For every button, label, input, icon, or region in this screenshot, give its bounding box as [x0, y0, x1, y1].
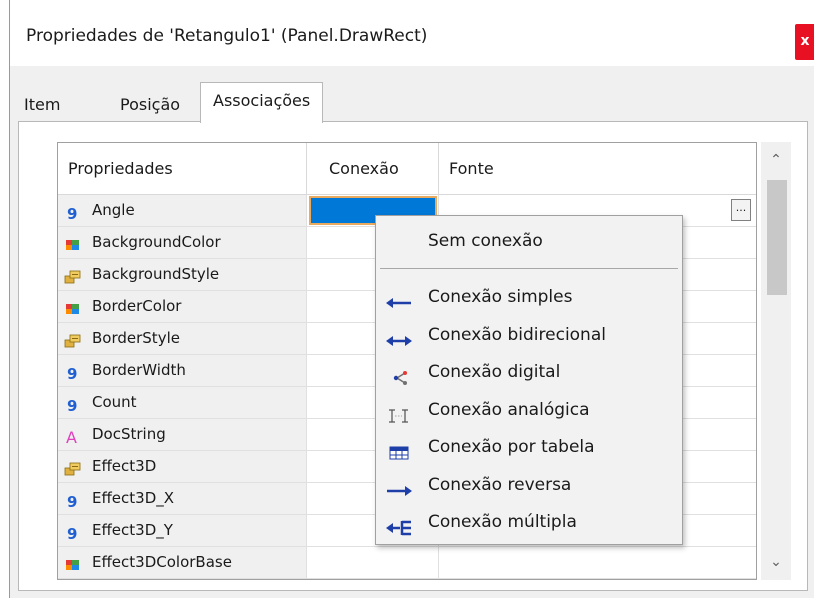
color-icon — [64, 298, 82, 316]
connection-cell[interactable] — [307, 547, 439, 579]
property-name-cell[interactable]: BackgroundStyle — [58, 259, 307, 291]
menu-item[interactable]: Conexão analógica — [376, 393, 682, 427]
svg-text:9: 9 — [67, 525, 77, 542]
property-name-cell[interactable]: 9 BorderWidth — [58, 355, 307, 387]
header-source[interactable]: Fonte — [439, 143, 756, 195]
ellipsis-button[interactable]: ... — [731, 199, 751, 221]
property-name: Effect3D — [92, 457, 157, 475]
arrow-both-icon — [384, 327, 414, 346]
number-icon: 9 — [64, 522, 82, 543]
svg-text:A: A — [66, 428, 77, 446]
property-name-cell[interactable]: 9 Effect3D_X — [58, 483, 307, 515]
menu-item[interactable]: Conexão por tabela — [376, 430, 682, 464]
property-name: Effect3DColorBase — [92, 553, 232, 571]
analog-icon — [384, 402, 414, 423]
header-properties[interactable]: Propriedades — [58, 143, 307, 195]
property-name: Effect3D_X — [92, 489, 175, 507]
tab-position[interactable]: Posição — [114, 90, 186, 122]
property-name-cell[interactable]: Effect3DColorBase — [58, 547, 307, 579]
tab-associations[interactable]: Associações — [200, 82, 324, 123]
number-icon: 9 — [64, 202, 82, 223]
digital-icon — [384, 364, 414, 385]
property-name-cell[interactable]: 9 Angle — [58, 195, 307, 227]
svg-text:9: 9 — [67, 205, 77, 222]
menu-item-label: Sem conexão — [428, 231, 543, 251]
scroll-down-icon[interactable]: ⌄ — [761, 548, 791, 576]
property-name-cell[interactable]: 9 Effect3D_Y — [58, 515, 307, 547]
property-name: Angle — [92, 201, 135, 219]
color-icon — [64, 554, 82, 572]
source-cell[interactable] — [439, 547, 756, 579]
property-name-cell[interactable]: A DocString — [58, 419, 307, 451]
menu-item-label: Conexão digital — [428, 362, 561, 382]
vertical-scrollbar[interactable]: ⌃ ⌄ — [761, 142, 791, 580]
menu-item-label: Conexão múltipla — [428, 512, 577, 532]
property-name-cell[interactable]: BorderStyle — [58, 323, 307, 355]
menu-item-label: Conexão por tabela — [428, 437, 595, 457]
property-name-cell[interactable]: Effect3D — [58, 451, 307, 483]
window-title: Propriedades de 'Retangulo1' (Panel.Draw… — [26, 26, 428, 46]
property-name: BorderWidth — [92, 361, 186, 379]
svg-text:9: 9 — [67, 397, 77, 414]
enum-icon — [64, 330, 82, 348]
menu-item-label: Conexão simples — [428, 287, 573, 307]
menu-item[interactable]: Conexão reversa — [376, 468, 682, 502]
connection-context-menu: Sem conexão Conexão simples Conexão bidire… — [375, 215, 683, 545]
menu-item[interactable]: Conexão digital — [376, 355, 682, 389]
table-row[interactable]: Effect3DColorBase — [58, 547, 756, 579]
property-name-cell[interactable]: BorderColor — [58, 291, 307, 323]
property-name: BorderColor — [92, 297, 182, 315]
property-name-cell[interactable]: 9 Count — [58, 387, 307, 419]
menu-item-label: Conexão bidirecional — [428, 324, 606, 345]
number-icon: 9 — [64, 394, 82, 415]
menu-item[interactable]: Conexão simples — [376, 280, 682, 314]
arrow-left-icon — [384, 289, 414, 308]
header-connection[interactable]: Conexão — [307, 143, 439, 195]
property-name: Effect3D_Y — [92, 521, 173, 539]
table-icon — [384, 439, 414, 460]
svg-text:9: 9 — [67, 365, 77, 382]
menu-separator — [380, 268, 678, 269]
property-name: BackgroundStyle — [92, 265, 220, 283]
title-bar: Propriedades de 'Retangulo1' (Panel.Draw… — [10, 0, 814, 66]
enum-icon — [64, 458, 82, 476]
property-name: Count — [92, 393, 137, 411]
tab-item[interactable]: Item — [18, 90, 66, 122]
text-icon: A — [64, 426, 82, 447]
enum-icon — [64, 266, 82, 284]
number-icon: 9 — [64, 490, 82, 511]
arrow-right-icon — [384, 477, 414, 496]
color-icon — [64, 234, 82, 252]
menu-item-label: Conexão reversa — [428, 474, 572, 495]
svg-text:9: 9 — [67, 493, 77, 510]
menu-item[interactable]: Conexão múltipla — [376, 505, 682, 539]
scroll-up-icon[interactable]: ⌃ — [761, 146, 791, 174]
property-name: BackgroundColor — [92, 233, 221, 251]
menu-item[interactable]: Conexão bidirecional — [376, 318, 682, 352]
scroll-thumb[interactable] — [767, 180, 787, 295]
menu-item-label: Conexão analógica — [428, 399, 590, 420]
menu-item[interactable]: Sem conexão — [376, 224, 682, 258]
tab-strip: Item Posição Associações — [18, 82, 798, 123]
property-name-cell[interactable]: BackgroundColor — [58, 227, 307, 259]
close-button[interactable]: x — [795, 24, 814, 60]
multiple-icon — [384, 514, 414, 536]
number-icon: 9 — [64, 362, 82, 383]
property-name: BorderStyle — [92, 329, 180, 347]
property-name: DocString — [92, 425, 166, 443]
